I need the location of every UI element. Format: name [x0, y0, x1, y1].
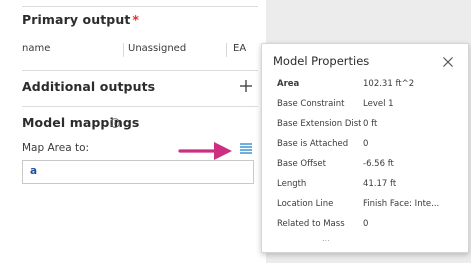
property-name: Base Constraint: [277, 99, 345, 109]
map-area-label: Map Area to:: [22, 142, 90, 154]
outputs-panel: Primary output * name Unassigned EA Addit…: [0, 0, 266, 263]
property-value: 0: [363, 219, 369, 229]
output-short: EA: [233, 43, 247, 54]
property-name: Base is Attached: [277, 139, 349, 149]
property-value: Level 1: [363, 99, 394, 109]
primary-output-row[interactable]: name Unassigned EA: [22, 43, 258, 57]
property-row: Base Extension Dist... 0 ft: [277, 119, 462, 132]
primary-output-title: Primary output: [22, 12, 131, 27]
property-value: -6.56 ft: [363, 159, 394, 169]
primary-output-heading: Primary output *: [22, 12, 139, 27]
property-row: Length 41.17 ft: [277, 179, 462, 192]
property-name: Location Line: [277, 199, 334, 209]
arrow-icon: [178, 142, 232, 160]
additional-outputs-title: Additional outputs: [22, 79, 156, 94]
divider: [22, 70, 258, 71]
property-row: Base Constraint Level 1: [277, 99, 462, 112]
model-properties-popup: Model Properties Area 102.31 ft^2 Base C…: [261, 43, 469, 253]
popup-title: Model Properties: [273, 54, 370, 68]
close-icon[interactable]: [442, 56, 454, 68]
output-name: name: [22, 43, 51, 54]
property-row: Related to Mass 0: [277, 219, 462, 232]
property-value: 102.31 ft^2: [363, 79, 415, 89]
property-row: Base Offset -6.56 ft: [277, 159, 462, 172]
property-row: Area 102.31 ft^2: [277, 79, 462, 92]
property-name: Base Extension Dist...: [277, 119, 361, 129]
divider: [22, 106, 258, 107]
property-row: Location Line Finish Face: Inte...: [277, 199, 462, 212]
model-mappings-title: Model mappings: [22, 115, 140, 130]
more-indicator: ...: [322, 234, 330, 243]
property-value: 41.17 ft: [363, 179, 397, 189]
property-value: Finish Face: Inte...: [363, 199, 440, 209]
divider: [22, 6, 258, 7]
info-icon[interactable]: [110, 118, 120, 128]
property-name: Area: [277, 79, 300, 89]
property-name: Related to Mass: [277, 219, 345, 229]
required-marker: *: [132, 12, 140, 27]
property-row: Base is Attached 0: [277, 139, 462, 152]
property-value: 0: [363, 139, 369, 149]
column-divider: [226, 43, 227, 57]
plus-icon[interactable]: [238, 78, 254, 94]
map-area-input[interactable]: a: [22, 160, 254, 184]
column-divider: [123, 43, 124, 57]
property-name: Length: [277, 179, 307, 189]
output-status: Unassigned: [128, 43, 187, 54]
property-name: Base Offset: [277, 159, 326, 169]
list-icon[interactable]: [239, 141, 253, 155]
property-value: 0 ft: [363, 119, 378, 129]
